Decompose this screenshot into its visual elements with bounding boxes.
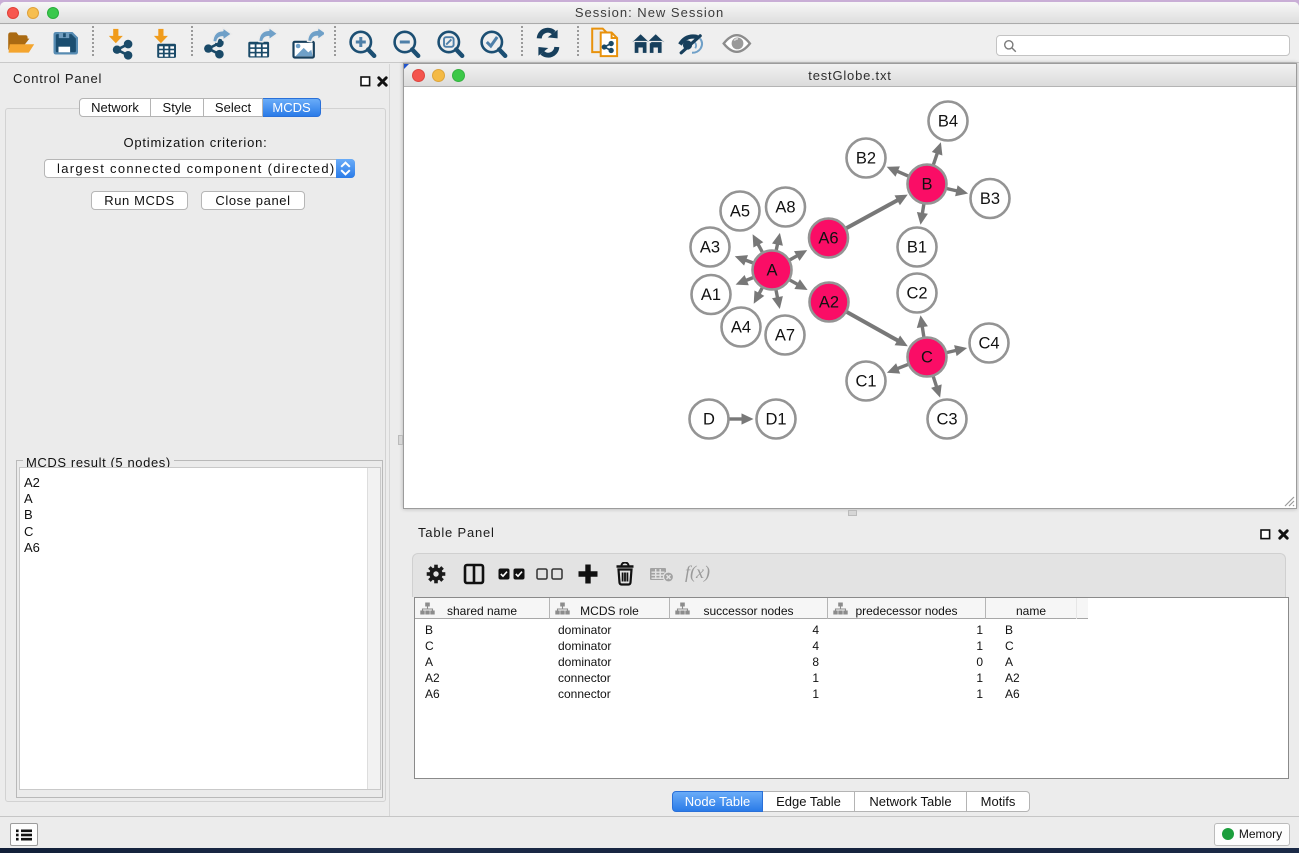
- svg-text:A6: A6: [818, 230, 838, 248]
- svg-text:D: D: [703, 411, 715, 429]
- svg-text:B3: B3: [980, 190, 1000, 208]
- svg-text:C3: C3: [936, 411, 957, 429]
- svg-text:A5: A5: [730, 203, 750, 221]
- svg-text:C2: C2: [906, 285, 927, 303]
- svg-text:A8: A8: [775, 199, 795, 217]
- svg-text:B: B: [921, 176, 932, 194]
- svg-text:B4: B4: [938, 113, 958, 131]
- svg-text:C1: C1: [855, 373, 876, 391]
- svg-text:B2: B2: [856, 150, 876, 168]
- svg-text:B1: B1: [907, 239, 927, 257]
- svg-text:A: A: [766, 262, 777, 280]
- svg-text:A4: A4: [731, 319, 751, 337]
- svg-text:A7: A7: [775, 327, 795, 345]
- svg-text:A1: A1: [701, 286, 721, 304]
- svg-text:C: C: [921, 349, 933, 367]
- svg-text:A3: A3: [700, 239, 720, 257]
- svg-text:D1: D1: [765, 411, 786, 429]
- svg-text:C4: C4: [978, 335, 999, 353]
- svg-text:A2: A2: [819, 294, 839, 312]
